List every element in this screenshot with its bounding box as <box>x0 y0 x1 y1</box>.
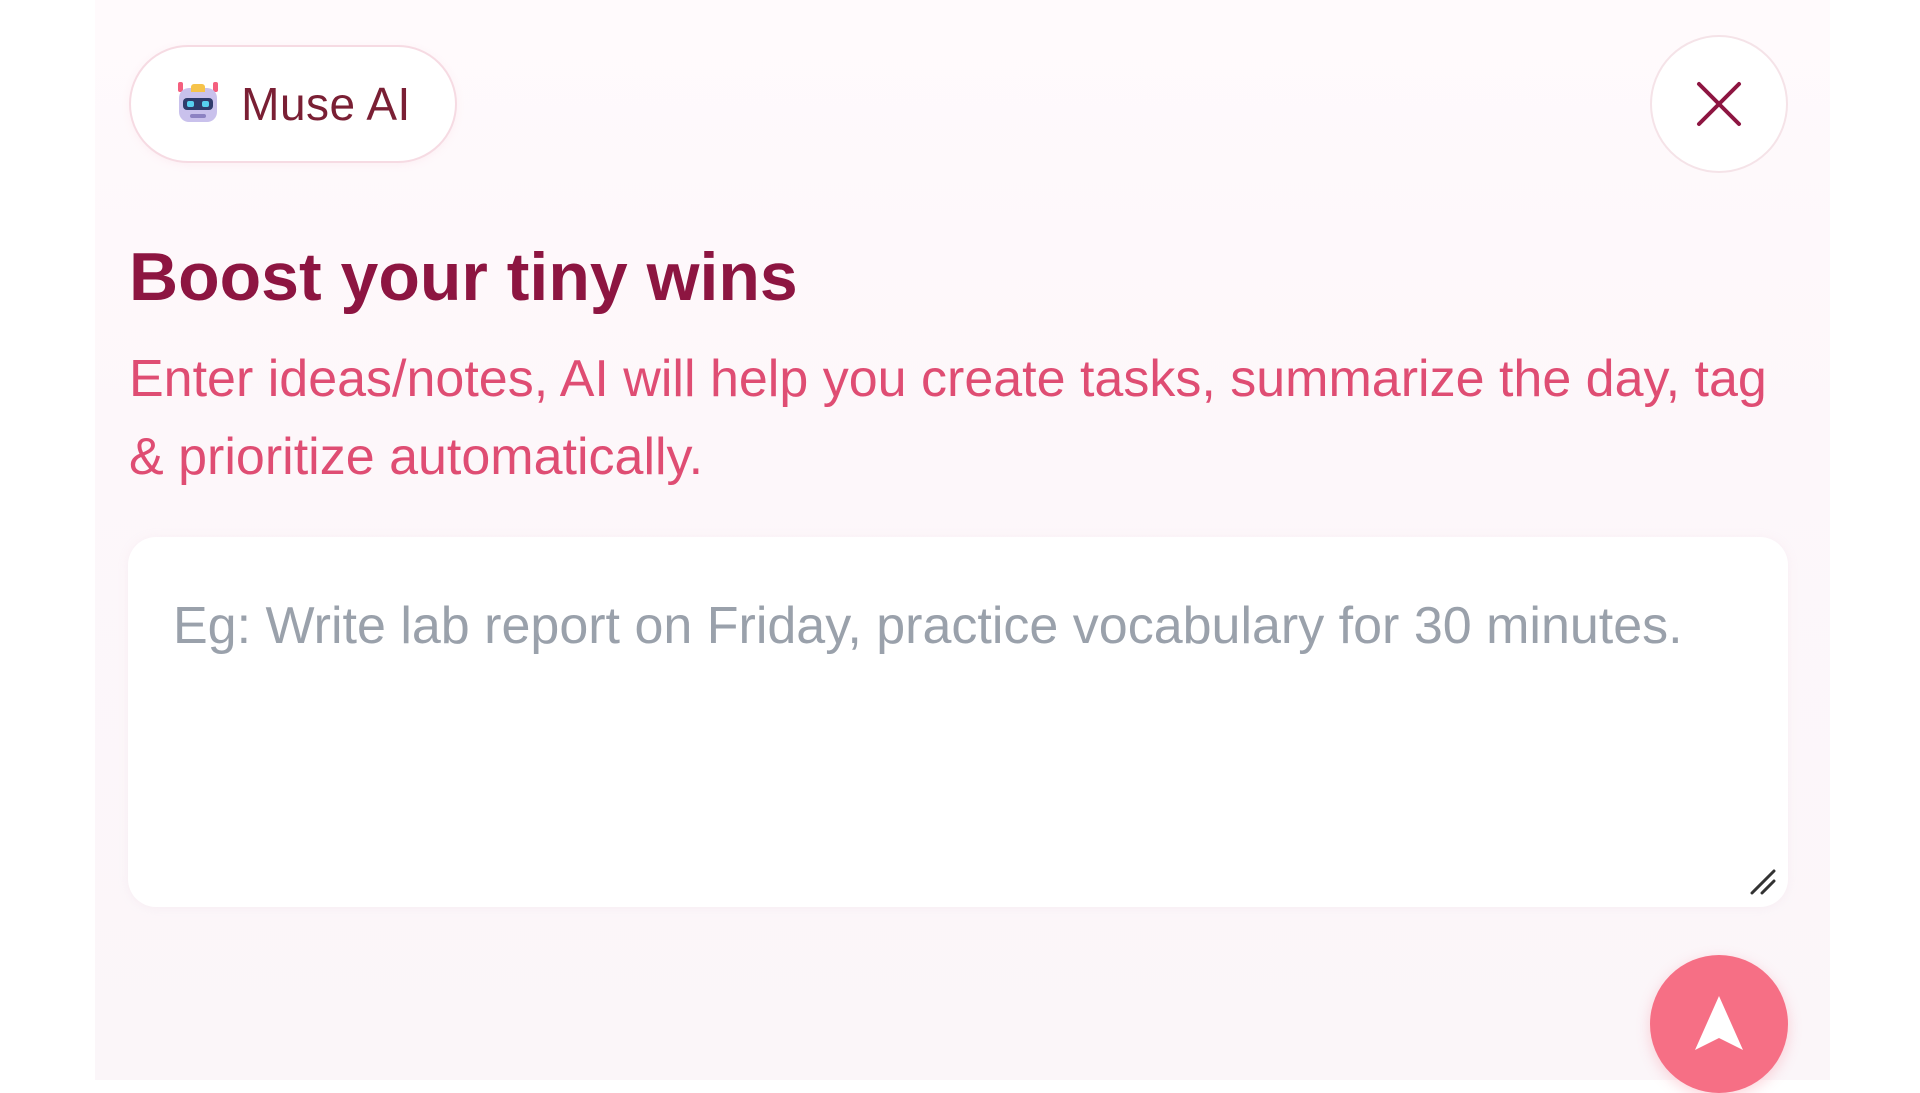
robot-icon <box>175 82 221 126</box>
idea-input-container <box>128 537 1788 907</box>
close-button[interactable] <box>1650 35 1788 173</box>
badge-label: Muse AI <box>241 78 411 130</box>
page-subtitle: Enter ideas/notes, AI will help you crea… <box>129 350 1767 486</box>
idea-input[interactable] <box>128 537 1788 907</box>
send-arrow-icon <box>1695 996 1743 1050</box>
close-icon <box>1697 82 1741 126</box>
muse-ai-badge: Muse AI <box>129 45 457 163</box>
page-title: Boost your tiny wins <box>129 239 798 315</box>
send-button[interactable] <box>1650 955 1788 1093</box>
ai-assistant-panel: Muse AI Boost your tiny wins Enter ideas… <box>95 0 1830 1093</box>
resize-handle-icon[interactable] <box>1748 867 1778 897</box>
